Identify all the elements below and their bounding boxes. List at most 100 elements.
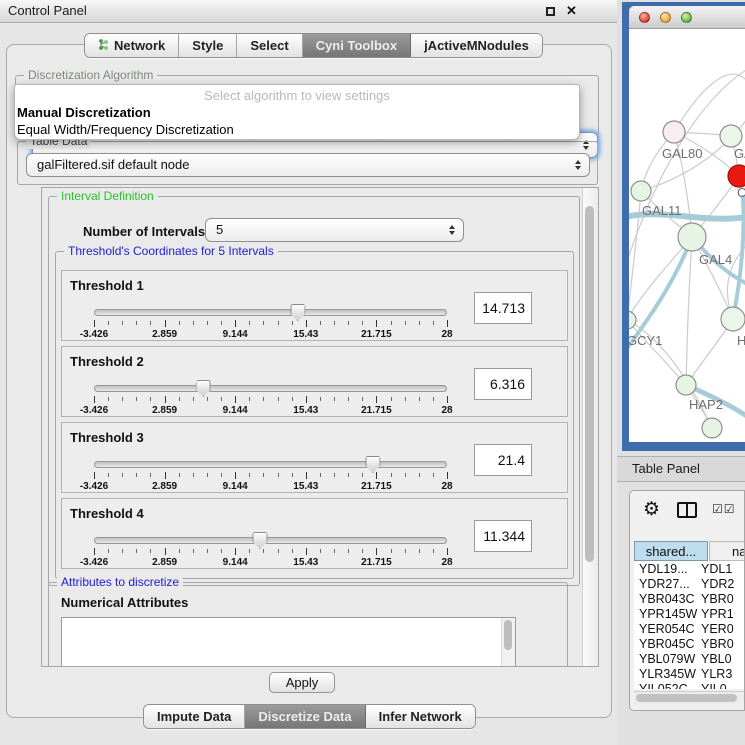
tab-label: Style (192, 38, 223, 53)
slider-knob[interactable] (252, 532, 267, 549)
zoom-traffic-light-icon[interactable] (681, 12, 692, 23)
tick-label: 15.43 (293, 405, 318, 416)
tick-label: 15.43 (293, 329, 318, 340)
control-panel-tabs: Network Style Select Cyni Toolbox jActiv… (84, 33, 543, 58)
tab[interactable]: Style (179, 34, 237, 57)
tab[interactable]: Cyni Toolbox (303, 34, 411, 57)
tick-label: -3.426 (80, 481, 108, 492)
slider-track[interactable] (94, 461, 447, 468)
network-node[interactable] (629, 311, 636, 329)
tick-label: 15.43 (293, 557, 318, 568)
network-node[interactable] (678, 223, 706, 251)
threshold-value-field[interactable]: 21.4 (474, 444, 532, 476)
threshold-slider[interactable]: -3.4262.8599.14415.4321.71528 (94, 385, 447, 415)
group-title: Interval Definition (57, 189, 158, 204)
threshold-slider[interactable]: -3.4262.8599.14415.4321.71528 (94, 537, 447, 567)
number-of-intervals-combobox[interactable]: 5 (205, 218, 464, 242)
tick-label: 2.859 (152, 557, 177, 568)
network-node[interactable] (728, 165, 745, 187)
threshold-slider[interactable]: -3.4262.8599.14415.4321.71528 (94, 461, 447, 491)
tab[interactable]: Select (237, 34, 302, 57)
tab[interactable]: Impute Data (144, 705, 245, 728)
tick-label: -3.426 (80, 557, 108, 568)
numerical-attributes-label: Numerical Attributes (61, 595, 188, 610)
tab[interactable]: jActiveMNodules (411, 34, 542, 57)
slider-knob[interactable] (196, 380, 211, 397)
node-table: shared... na YDL19... YDL1 YDR27... YDR2… (634, 541, 744, 689)
tab[interactable]: Infer Network (366, 705, 475, 728)
table-data-combobox[interactable]: galFiltered.sif default node (26, 153, 590, 177)
network-node[interactable] (720, 125, 742, 147)
tab-label: Cyni Toolbox (316, 38, 397, 53)
tick-label: 9.144 (223, 329, 248, 340)
network-node[interactable] (702, 418, 722, 438)
table-row[interactable]: YBL079W YBL0 (634, 652, 744, 667)
minimize-traffic-light-icon[interactable] (660, 12, 671, 23)
scrollbar-thumb[interactable] (636, 694, 737, 702)
threshold-slider[interactable]: -3.4262.8599.14415.4321.71528 (94, 309, 447, 339)
slider-knob[interactable] (365, 456, 380, 473)
network-window-titlebar[interactable] (629, 6, 745, 29)
control-panel-titlebar: Control Panel ✕ (0, 0, 617, 23)
column-header-shared-name[interactable]: shared... (634, 541, 708, 561)
network-node[interactable] (663, 121, 685, 143)
tab-label: Select (250, 38, 288, 53)
apply-button[interactable]: Apply (269, 672, 335, 693)
algorithm-option[interactable]: Equal Width/Frequency Discretization (15, 121, 579, 138)
table-row[interactable]: YER054C YER0 (634, 622, 744, 637)
network-graph[interactable]: GAL80GACGAL11GAL4GCY1HHAP2 (629, 29, 745, 442)
node-label: C (737, 185, 745, 200)
slider-track[interactable] (94, 385, 447, 392)
tick-label: 21.715 (361, 481, 392, 492)
network-node[interactable] (676, 375, 696, 395)
table-horizontal-scrollbar[interactable] (634, 691, 744, 705)
table-row[interactable]: YLR345W YLR3 (634, 667, 744, 682)
tick-label: 28 (441, 329, 452, 340)
network-edge[interactable] (629, 320, 686, 385)
tab[interactable]: Network (85, 34, 179, 57)
slider-track[interactable] (94, 309, 447, 316)
threshold-value-field[interactable]: 11.344 (474, 520, 532, 552)
threshold-value-field[interactable]: 6.316 (474, 368, 532, 400)
attributes-group: Attributes to discretize Numerical Attri… (48, 582, 568, 667)
float-window-icon[interactable] (546, 7, 555, 16)
node-label: GAL80 (662, 146, 702, 161)
close-traffic-light-icon[interactable] (639, 12, 650, 23)
scrollbar-thumb[interactable] (504, 620, 512, 650)
slider-tick-labels: -3.4262.8599.14415.4321.71528 (94, 481, 447, 493)
slider-track[interactable] (94, 537, 447, 544)
network-edge[interactable] (629, 237, 692, 320)
panel-scrollbar[interactable] (582, 188, 598, 666)
table-row[interactable]: YDR27... YDR2 (634, 577, 744, 592)
slider-knob[interactable] (290, 304, 305, 321)
threshold-value-field[interactable]: 14.713 (474, 292, 532, 324)
network-node[interactable] (721, 307, 745, 331)
network-node[interactable] (631, 181, 651, 201)
table-row[interactable]: YIL052C YIL0 (634, 682, 744, 689)
close-icon[interactable]: ✕ (566, 3, 577, 19)
algorithm-dropdown-popup: Select algorithm to view settings Manual… (14, 84, 580, 140)
select-columns-icon[interactable]: ☑☑ (712, 502, 736, 516)
tab[interactable]: Discretize Data (245, 705, 365, 728)
tab-label: Impute Data (157, 709, 231, 724)
node-label: HAP2 (689, 397, 723, 412)
dropdown-placeholder: Select algorithm to view settings (15, 87, 579, 104)
gear-icon[interactable]: ⚙ (643, 498, 660, 521)
table-row[interactable]: YBR043C YBR0 (634, 592, 744, 607)
network-view-window: GAL80GACGAL11GAL4GCY1HHAP2 (622, 2, 745, 451)
window-title: Control Panel (8, 0, 87, 22)
interval-definition-group: Interval Definition Number of Intervals … (48, 196, 580, 586)
combo-arrows-icon (575, 160, 581, 170)
column-layout-icon[interactable] (677, 502, 697, 518)
tick-label: 9.144 (223, 557, 248, 568)
algorithm-option[interactable]: Manual Discretization (15, 104, 579, 121)
network-edge[interactable] (686, 237, 692, 385)
tab-label: Infer Network (379, 709, 462, 724)
table-row[interactable]: YBR045C YBR0 (634, 637, 744, 652)
table-row[interactable]: YPR145W YPR1 (634, 607, 744, 622)
column-header-name[interactable]: na (709, 541, 744, 561)
scrollbar-thumb[interactable] (585, 206, 594, 562)
table-row[interactable]: YDL19... YDL1 (634, 562, 744, 577)
network-canvas[interactable]: GAL80GACGAL11GAL4GCY1HHAP2 (629, 29, 745, 442)
list-scrollbar[interactable] (501, 618, 515, 667)
